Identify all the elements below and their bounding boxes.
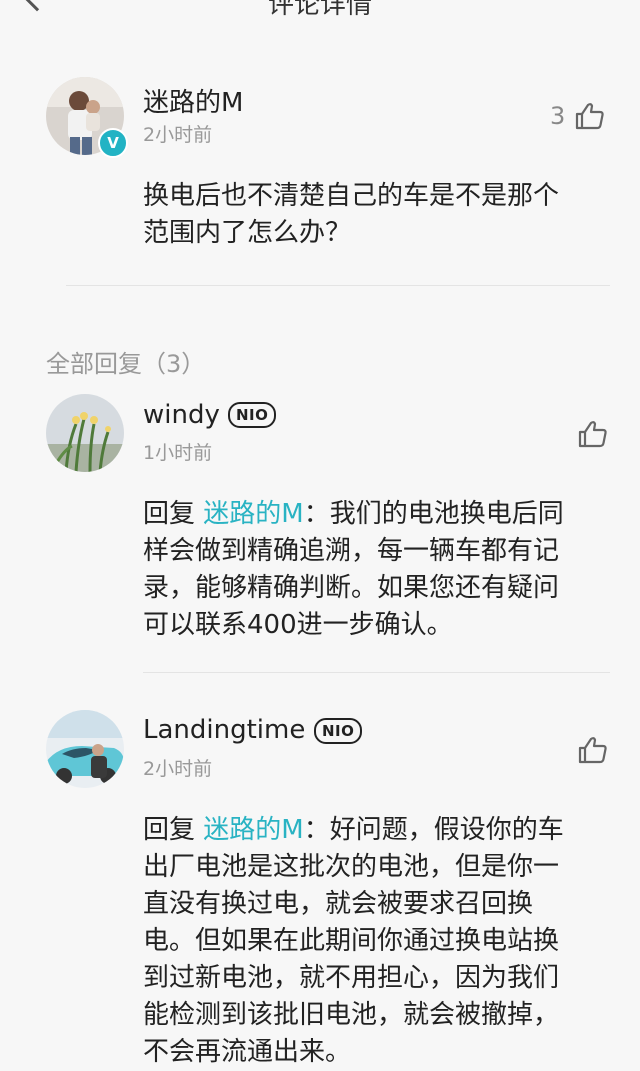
replies-section-label: 全部回复（3） xyxy=(46,350,206,378)
divider xyxy=(143,672,610,673)
page-title: 评论详情 xyxy=(267,0,372,20)
thumbs-up-icon xyxy=(575,102,605,130)
thumbs-up-icon xyxy=(578,420,608,448)
avatar[interactable] xyxy=(46,710,124,788)
like-button[interactable] xyxy=(578,420,608,448)
like-button[interactable] xyxy=(578,736,608,764)
comment-username[interactable]: 迷路的M xyxy=(143,82,243,119)
reply-content: 回复 迷路的M：我们的电池换电后同 样会做到精确追溯，每一辆车都有记 录，能够精… xyxy=(143,496,613,644)
verified-badge: V xyxy=(98,128,128,158)
reply-prefix: 回复 xyxy=(143,815,204,845)
avatar[interactable] xyxy=(46,394,124,472)
reply-to-link[interactable]: 迷路的M xyxy=(203,499,303,529)
reply-text: ：好问题，假设你的车 出厂电池是这批次的电池，但是你一 直没有换过电，就会被要求… xyxy=(143,815,564,1067)
reply-username[interactable]: Landingtime xyxy=(143,715,305,745)
reply-content: 回复 迷路的M：好问题，假设你的车 出厂电池是这批次的电池，但是你一 直没有换过… xyxy=(143,812,613,1071)
comment-content: 换电后也不清楚自己的车是不是那个 范围内了怎么办？ xyxy=(143,181,560,248)
like-count: 3 xyxy=(550,102,566,130)
like-button[interactable]: 3 xyxy=(550,102,605,130)
divider xyxy=(66,285,610,286)
thumbs-up-icon xyxy=(578,736,608,764)
reply-to-link[interactable]: 迷路的M xyxy=(203,815,303,845)
nio-badge: NIO xyxy=(228,402,277,428)
reply-time: 1小时前 xyxy=(143,442,213,464)
nio-badge: NIO xyxy=(314,718,363,744)
comment-time: 2小时前 xyxy=(143,124,213,146)
top-bar: 评论详情 xyxy=(0,0,640,24)
reply-time: 2小时前 xyxy=(143,758,213,780)
reply-prefix: 回复 xyxy=(143,499,204,529)
reply-username[interactable]: windy xyxy=(143,400,220,430)
